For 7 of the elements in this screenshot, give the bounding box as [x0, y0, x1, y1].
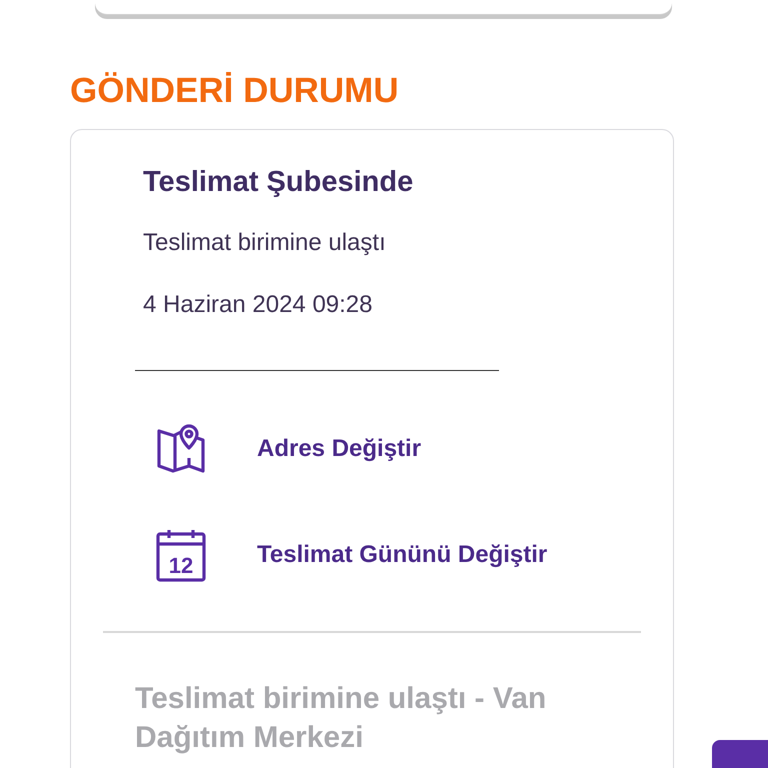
section-title: GÖNDERİ DURUMU: [70, 70, 400, 112]
status-date: 4 Haziran 2024 09:28: [143, 290, 374, 320]
status-title: Teslimat Şubesinde: [143, 165, 414, 200]
action-link[interactable]: Teslimat Gününü Değiştir: [257, 541, 548, 569]
action-link[interactable]: Adres Değiştir: [257, 435, 422, 463]
status-description: Teslimat birimine ulaştı: [143, 228, 387, 258]
history-entry: Teslimat birimine ulaştı - Van Dağıtım Merkezi: [135, 681, 548, 756]
